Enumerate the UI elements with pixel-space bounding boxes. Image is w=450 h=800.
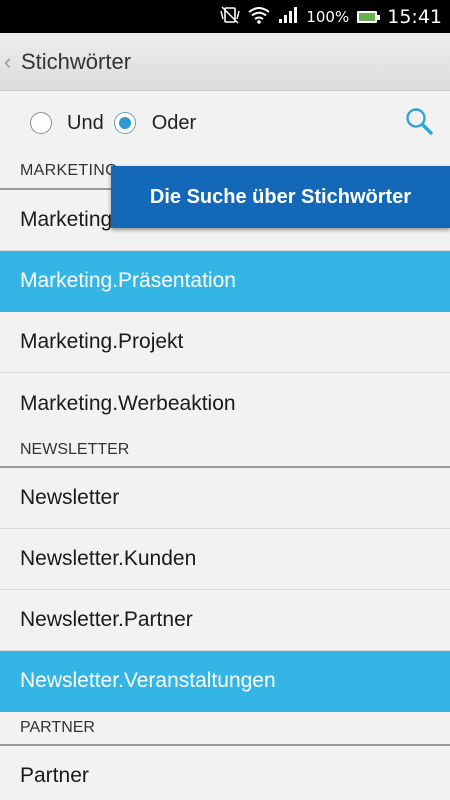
status-bar: 100% 15:41 xyxy=(0,0,450,33)
list-item[interactable]: Marketing.Projekt xyxy=(0,312,450,373)
list-item[interactable]: Newsletter xyxy=(0,468,450,529)
or-radio[interactable] xyxy=(113,112,136,134)
and-radio[interactable] xyxy=(30,112,52,134)
list-item[interactable]: Newsletter.Partner xyxy=(0,590,450,651)
battery-percent: 100% xyxy=(306,7,350,26)
action-bar: ‹ Stichwörter xyxy=(0,33,450,91)
list-item[interactable]: Marketing.Präsentation xyxy=(0,251,450,312)
filter-row: Und Oder xyxy=(0,92,450,154)
clock: 15:41 xyxy=(387,5,442,28)
section-header-newsletter: NEWSLETTER xyxy=(0,434,450,468)
search-icon[interactable] xyxy=(404,106,434,141)
section-header-partner: PARTNER xyxy=(0,712,450,746)
battery-icon xyxy=(357,10,381,23)
vibrate-icon xyxy=(220,5,241,28)
page-title[interactable]: Stichwörter xyxy=(21,49,131,75)
or-label[interactable]: Oder xyxy=(152,112,196,135)
list-item[interactable]: Partner xyxy=(0,746,450,800)
wifi-icon xyxy=(248,6,270,28)
tooltip: Die Suche über Stichwörter xyxy=(111,166,450,228)
list-item[interactable]: Newsletter.Veranstaltungen xyxy=(0,651,450,712)
and-label[interactable]: Und xyxy=(67,112,104,135)
chevron-left-icon[interactable]: ‹ xyxy=(4,49,18,75)
list-item[interactable]: Newsletter.Kunden xyxy=(0,529,450,590)
signal-icon xyxy=(278,6,298,28)
list-item[interactable]: Marketing.Werbeaktion xyxy=(0,373,450,434)
keyword-list: MARKETING Marketing Marketing.Präsentati… xyxy=(0,154,450,800)
